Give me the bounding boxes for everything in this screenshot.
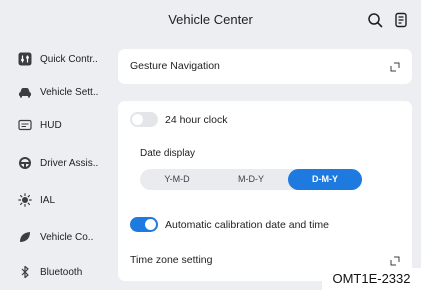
- sidebar-item-label: IAL: [40, 194, 56, 206]
- quick-controls-icon: [18, 52, 32, 66]
- sidebar-item-label: Vehicle Sett..: [40, 86, 99, 98]
- clock-24h-toggle[interactable]: [130, 112, 158, 127]
- sidebar-item-label: Vehicle Co..: [40, 231, 94, 243]
- external-link-icon[interactable]: [390, 62, 400, 72]
- gesture-navigation-label: Gesture Navigation: [130, 60, 220, 72]
- sidebar-item-label: Quick Contr..: [40, 53, 98, 65]
- sidebar-item-ial[interactable]: IAL: [0, 185, 118, 215]
- hud-icon: [18, 119, 32, 131]
- external-link-icon[interactable]: [390, 256, 400, 266]
- document-icon[interactable]: [393, 12, 409, 28]
- sidebar-item-label: Bluetooth: [40, 266, 83, 278]
- sidebar-item-label: HUD: [40, 119, 62, 131]
- steering-wheel-icon: [19, 157, 31, 169]
- sidebar: Quick Contr.. Vehicle Sett.. HUD Driver …: [0, 42, 118, 290]
- light-icon: [18, 193, 32, 207]
- search-icon[interactable]: [367, 12, 383, 28]
- figure-code-label: OMT1E-2332: [322, 268, 421, 290]
- sidebar-item-driver-assist[interactable]: Driver Assis..: [0, 148, 118, 178]
- sidebar-item-vehicle-co[interactable]: Vehicle Co..: [0, 222, 118, 252]
- date-format-mdy-option[interactable]: M-D-Y: [214, 169, 288, 190]
- sidebar-item-quick-controls[interactable]: Quick Contr..: [0, 44, 118, 74]
- date-format-ymd-option[interactable]: Y-M-D: [140, 169, 214, 190]
- time-zone-label: Time zone setting: [130, 254, 213, 266]
- sidebar-item-hud[interactable]: HUD: [0, 110, 118, 140]
- leaf-icon: [20, 232, 30, 242]
- gesture-navigation-card[interactable]: Gesture Navigation: [118, 49, 412, 84]
- auto-calibration-toggle[interactable]: [130, 217, 158, 232]
- sidebar-item-label: Driver Assis..: [40, 157, 99, 169]
- bluetooth-icon: [21, 265, 29, 279]
- toggle-knob: [145, 219, 156, 230]
- page-title: Vehicle Center: [168, 12, 253, 27]
- sidebar-item-vehicle-settings[interactable]: Vehicle Sett..: [0, 77, 118, 107]
- car-icon: [19, 88, 31, 98]
- date-display-label: Date display: [140, 148, 196, 159]
- date-format-dmy-option[interactable]: D-M-Y: [288, 169, 362, 190]
- toggle-knob: [132, 114, 143, 125]
- header: Vehicle Center: [0, 0, 421, 42]
- clock-24h-label: 24 hour clock: [165, 114, 228, 126]
- sidebar-item-bluetooth[interactable]: Bluetooth: [0, 257, 118, 287]
- date-display-segmented-control: Y-M-D M-D-Y D-M-Y: [140, 169, 362, 190]
- auto-calibration-label: Automatic calibration date and time: [165, 219, 330, 231]
